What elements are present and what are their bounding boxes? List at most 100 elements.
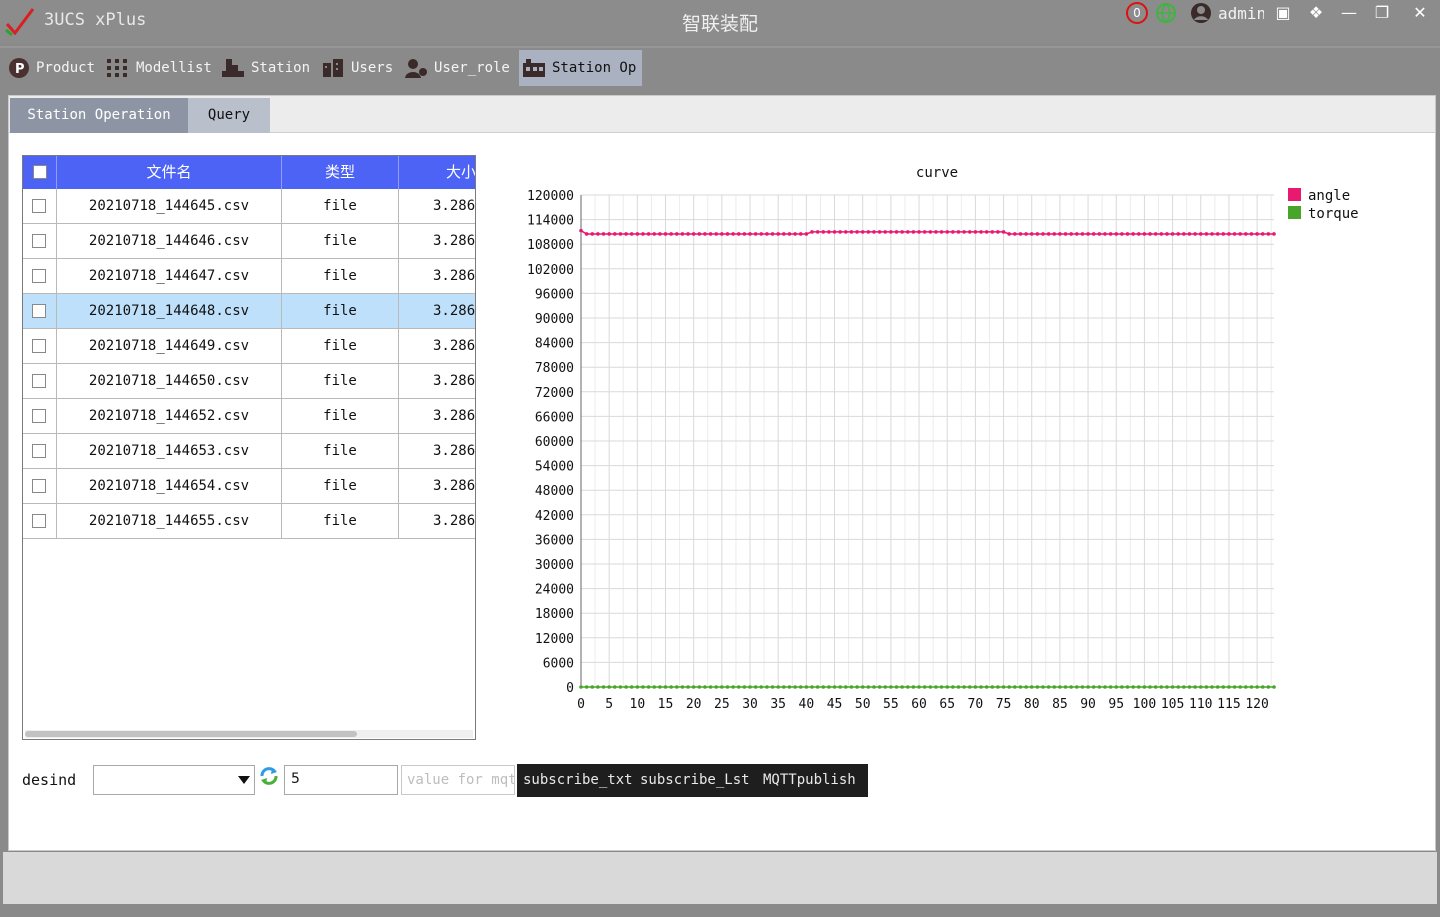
table-row[interactable]: 20210718_144654.csv file 3.286 bbox=[23, 469, 475, 504]
table-row[interactable]: 20210718_144646.csv file 3.286 bbox=[23, 224, 475, 259]
horizontal-scrollbar[interactable] bbox=[25, 730, 473, 738]
curve-chart: curve 0 6000 12000 18000 24000 30000 36000 42000… bbox=[527, 165, 1359, 712]
data-point-torque bbox=[1193, 685, 1197, 689]
data-point-torque bbox=[838, 685, 842, 689]
row-checkbox[interactable] bbox=[32, 234, 46, 248]
nav-station-op[interactable]: Station Op bbox=[519, 50, 642, 86]
window-menu-icon[interactable]: ▣ bbox=[1270, 2, 1296, 24]
tab-query[interactable]: Query bbox=[188, 98, 270, 133]
data-point-torque bbox=[793, 685, 797, 689]
data-point-torque bbox=[641, 685, 645, 689]
data-point-torque bbox=[579, 685, 583, 689]
minimize-icon[interactable]: — bbox=[1336, 2, 1362, 24]
mqtt-publish-button[interactable]: MQTTpublish bbox=[763, 764, 856, 797]
data-point-angle bbox=[1069, 232, 1073, 236]
x-tick-label: 45 bbox=[827, 697, 843, 712]
notification-badge[interactable]: 0 bbox=[1126, 2, 1148, 24]
data-point-angle bbox=[877, 230, 882, 234]
table-row[interactable]: 20210718_144647.csv file 3.286 bbox=[23, 259, 475, 294]
data-point-torque bbox=[849, 685, 854, 689]
data-point-angle bbox=[1007, 232, 1011, 236]
data-point-angle bbox=[911, 230, 916, 234]
data-point-angle bbox=[1255, 232, 1259, 236]
data-point-angle bbox=[1198, 232, 1203, 236]
file-name-cell: 20210718_144646.csv bbox=[57, 224, 282, 258]
data-point-angle bbox=[607, 232, 611, 236]
y-tick-label: 42000 bbox=[535, 509, 574, 524]
file-name-cell: 20210718_144655.csv bbox=[57, 504, 282, 538]
network-status-icon[interactable] bbox=[1155, 2, 1177, 24]
x-tick-label: 0 bbox=[577, 697, 585, 712]
subscribe-txt-button[interactable]: subscribe_txt bbox=[523, 764, 633, 797]
file-type-cell: file bbox=[282, 329, 399, 363]
nav-label: Users bbox=[351, 60, 394, 76]
data-point-angle bbox=[804, 232, 809, 236]
data-point-torque bbox=[1165, 685, 1169, 689]
x-tick-label: 40 bbox=[799, 697, 815, 712]
data-point-angle bbox=[635, 232, 640, 236]
data-point-torque bbox=[1272, 685, 1276, 689]
nav-user-role[interactable]: User_role bbox=[401, 50, 517, 86]
maximize-icon[interactable]: ❐ bbox=[1369, 2, 1395, 24]
file-name-cell: 20210718_144650.csv bbox=[57, 364, 282, 398]
select-all-checkbox[interactable] bbox=[33, 165, 47, 179]
table-row[interactable]: 20210718_144650.csv file 3.286 bbox=[23, 364, 475, 399]
row-checkbox[interactable] bbox=[32, 444, 46, 458]
nav-station[interactable]: Station bbox=[218, 50, 316, 86]
data-point-angle bbox=[1215, 232, 1220, 236]
data-point-angle bbox=[1260, 232, 1265, 236]
row-checkbox[interactable] bbox=[32, 199, 46, 213]
desind-select[interactable] bbox=[93, 765, 255, 795]
mqtt-value-input[interactable]: value for mqtt bbox=[401, 765, 515, 795]
row-checkbox[interactable] bbox=[32, 374, 46, 388]
data-point-torque bbox=[934, 685, 938, 689]
nav-modellist[interactable]: Modellist bbox=[103, 50, 215, 86]
row-checkbox[interactable] bbox=[32, 304, 46, 318]
table-row[interactable]: 20210718_144655.csv file 3.286 bbox=[23, 504, 475, 539]
nav-product[interactable]: P Product bbox=[4, 50, 102, 86]
data-point-angle bbox=[1075, 232, 1079, 236]
column-header-type[interactable]: 类型 bbox=[282, 156, 399, 189]
tab-bar: Station Operation Query bbox=[9, 96, 1435, 133]
column-header-name[interactable]: 文件名 bbox=[57, 156, 282, 189]
select-all-cell bbox=[23, 156, 57, 189]
table-row[interactable]: 20210718_144652.csv file 3.286 bbox=[23, 399, 475, 434]
scrollbar-thumb[interactable] bbox=[25, 731, 357, 737]
data-point-torque bbox=[736, 685, 741, 689]
count-input[interactable]: 5 bbox=[284, 765, 398, 795]
nav-users[interactable]: Users bbox=[318, 50, 400, 86]
data-point-angle bbox=[596, 232, 600, 236]
data-point-torque bbox=[1215, 685, 1220, 689]
table-row[interactable]: 20210718_144653.csv file 3.286 bbox=[23, 434, 475, 469]
chevron-down-icon[interactable] bbox=[238, 776, 250, 784]
data-point-torque bbox=[1255, 685, 1259, 689]
row-checkbox[interactable] bbox=[32, 339, 46, 353]
skin-icon[interactable]: ❖ bbox=[1303, 2, 1329, 24]
data-point-torque bbox=[1153, 685, 1158, 689]
data-point-torque bbox=[1131, 685, 1135, 689]
column-header-size[interactable]: 大小 bbox=[399, 156, 475, 189]
refresh-icon[interactable] bbox=[258, 765, 280, 787]
table-row[interactable]: 20210718_144648.csv file 3.286 bbox=[23, 294, 475, 329]
data-point-angle bbox=[725, 232, 730, 236]
table-row[interactable]: 20210718_144645.csv file 3.286 bbox=[23, 189, 475, 224]
data-point-torque bbox=[1046, 685, 1051, 689]
user-name[interactable]: admin bbox=[1218, 4, 1264, 23]
user-avatar-icon[interactable] bbox=[1190, 2, 1212, 24]
data-point-angle bbox=[1024, 232, 1028, 236]
data-point-angle bbox=[1091, 232, 1096, 236]
data-point-angle bbox=[945, 230, 950, 234]
data-point-angle bbox=[889, 230, 893, 234]
data-point-angle bbox=[973, 230, 978, 234]
table-row[interactable]: 20210718_144649.csv file 3.286 bbox=[23, 329, 475, 364]
data-point-angle bbox=[674, 232, 679, 236]
row-checkbox[interactable] bbox=[32, 269, 46, 283]
y-tick-label: 84000 bbox=[535, 337, 574, 352]
close-icon[interactable]: ✕ bbox=[1407, 2, 1433, 24]
window-bottom-edge bbox=[0, 904, 1440, 917]
tab-station-operation[interactable]: Station Operation bbox=[10, 98, 188, 133]
row-checkbox[interactable] bbox=[32, 479, 46, 493]
subscribe-lst-button[interactable]: subscribe_Lst bbox=[640, 764, 750, 797]
row-checkbox[interactable] bbox=[32, 409, 46, 423]
row-checkbox[interactable] bbox=[32, 514, 46, 528]
